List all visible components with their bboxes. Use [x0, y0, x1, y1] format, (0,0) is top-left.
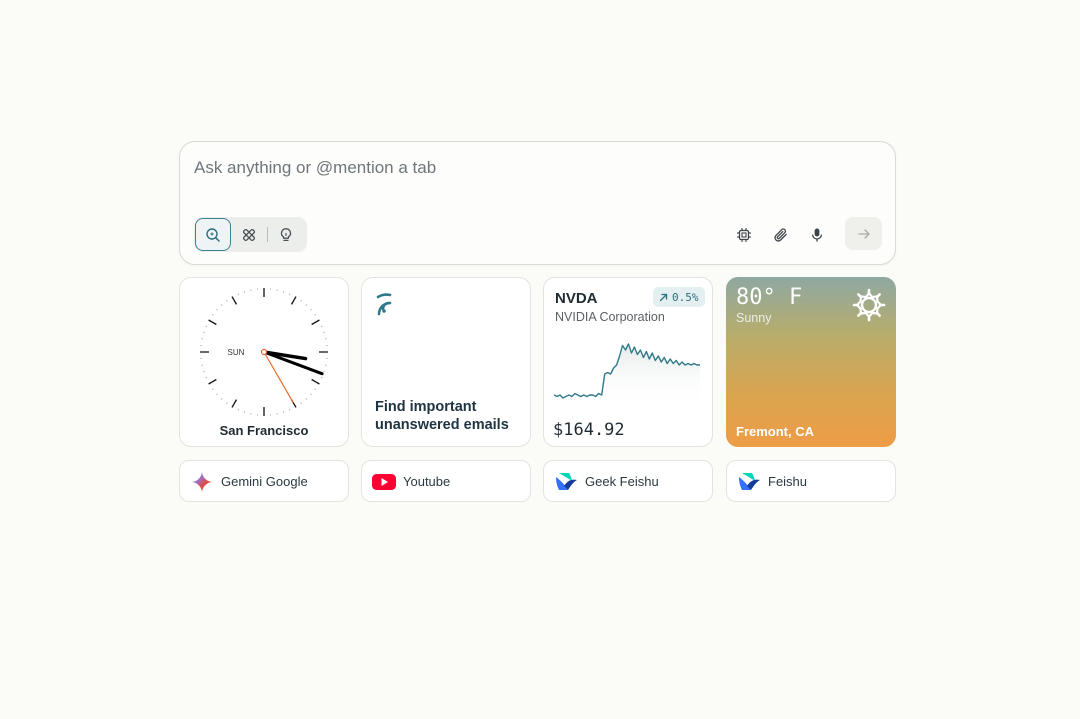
clock-center-pin	[260, 348, 268, 356]
stock-price: $164.92	[553, 420, 625, 440]
shortcut-label: Youtube	[403, 474, 451, 489]
stock-price-chart	[553, 343, 700, 408]
clock-minute-tick	[314, 388, 316, 390]
clock-hour-tick	[208, 319, 217, 326]
clock-hour-tick	[311, 378, 320, 385]
clock-minute-tick	[216, 393, 218, 396]
stock-area-fill	[554, 344, 700, 408]
stock-change-value: 0.5%	[672, 290, 699, 304]
clock-minute-tick	[320, 325, 323, 327]
paperclip-icon	[774, 228, 787, 242]
prompt-input[interactable]	[194, 154, 874, 182]
clock-minute-tick	[289, 408, 291, 411]
shortcut-youtube[interactable]: Youtube	[361, 460, 531, 502]
clock-minute-tick	[310, 308, 312, 311]
clock-minute-tick	[212, 314, 214, 316]
arrow-right-icon	[857, 228, 870, 239]
chip-icon	[737, 228, 751, 242]
clock-widget[interactable]: SUN San Francisco	[179, 277, 349, 447]
clock-hour-tick	[290, 296, 297, 305]
voice-button[interactable]	[804, 222, 830, 248]
clock-hour-tick	[231, 399, 238, 408]
clock-minute-tick	[226, 402, 228, 404]
clock-minute-tick	[220, 398, 223, 400]
model-chip-button[interactable]	[731, 222, 757, 248]
weather-widget[interactable]: 80° F Sunny Fremont, CA	[726, 277, 896, 447]
clock-minute-tick	[320, 377, 323, 379]
analog-clock: SUN	[200, 288, 328, 416]
microphone-icon	[811, 228, 823, 242]
clock-minute-tick	[310, 393, 312, 396]
mode-search-button[interactable]	[195, 218, 231, 251]
sun-icon	[852, 288, 886, 322]
mode-ideas-button[interactable]	[268, 218, 304, 251]
stock-change-badge: 0.5%	[653, 287, 705, 307]
clock-minute-tick	[212, 388, 214, 390]
task-line-1: Find important	[375, 399, 477, 415]
clock-hour-tick	[208, 378, 217, 385]
attach-button[interactable]	[768, 222, 794, 248]
clock-minute-tick	[314, 314, 316, 316]
clock-minute-tick	[205, 377, 208, 379]
clock-hour-tick	[311, 319, 320, 326]
feishu-icon	[556, 473, 577, 490]
stock-widget[interactable]: NVDA NVIDIA Corporation 0.5% $164.92	[543, 277, 713, 447]
shortcut-label: Feishu	[768, 474, 808, 489]
youtube-icon	[372, 474, 396, 490]
clock-minute-tick	[205, 325, 208, 327]
clock-minute-tick	[300, 402, 302, 404]
weather-location: Fremont, CA	[736, 424, 814, 439]
task-description: Find important unanswered emails	[375, 398, 525, 434]
weather-temperature: 80° F	[736, 285, 803, 310]
clock-hour-tick	[231, 296, 238, 305]
clock-minute-tick	[289, 293, 291, 296]
clock-minute-tick	[220, 304, 223, 306]
shortcut-feishu[interactable]: Feishu	[726, 460, 896, 502]
trend-up-icon	[659, 293, 668, 301]
mode-selector	[194, 217, 307, 252]
clock-minute-tick	[237, 293, 239, 296]
feishu-icon	[739, 473, 760, 490]
weather-condition: Sunny	[736, 311, 772, 325]
mode-tools-button[interactable]	[231, 218, 267, 251]
search-sparkle-icon	[206, 227, 220, 242]
tools-icon	[242, 228, 256, 241]
clock-city-label: San Francisco	[219, 423, 309, 438]
lightbulb-icon	[280, 227, 292, 241]
signal-waves-icon	[376, 293, 392, 316]
gemini-icon	[192, 472, 212, 492]
shortcut-gemini-google[interactable]: Gemini Google	[179, 460, 349, 502]
stock-company-name: NVIDIA Corporation	[555, 310, 665, 324]
prompt-box	[179, 141, 896, 265]
clock-second-hand	[263, 351, 294, 403]
clock-minute-tick	[226, 300, 228, 302]
send-button[interactable]	[845, 217, 882, 250]
task-line-2: unanswered emails	[375, 417, 509, 433]
shortcut-label: Gemini Google	[221, 474, 308, 489]
clock-minute-tick	[305, 398, 308, 400]
shortcut-geek-feishu[interactable]: Geek Feishu	[543, 460, 713, 502]
clock-day-label: SUN	[228, 348, 245, 357]
clock-minute-tick	[305, 304, 308, 306]
clock-minute-tick	[216, 308, 218, 311]
clock-minute-tick	[300, 300, 302, 302]
task-widget[interactable]: Find important unanswered emails	[361, 277, 531, 447]
stock-ticker: NVDA	[555, 290, 598, 307]
clock-minute-tick	[237, 408, 239, 411]
shortcut-label: Geek Feishu	[585, 474, 659, 489]
